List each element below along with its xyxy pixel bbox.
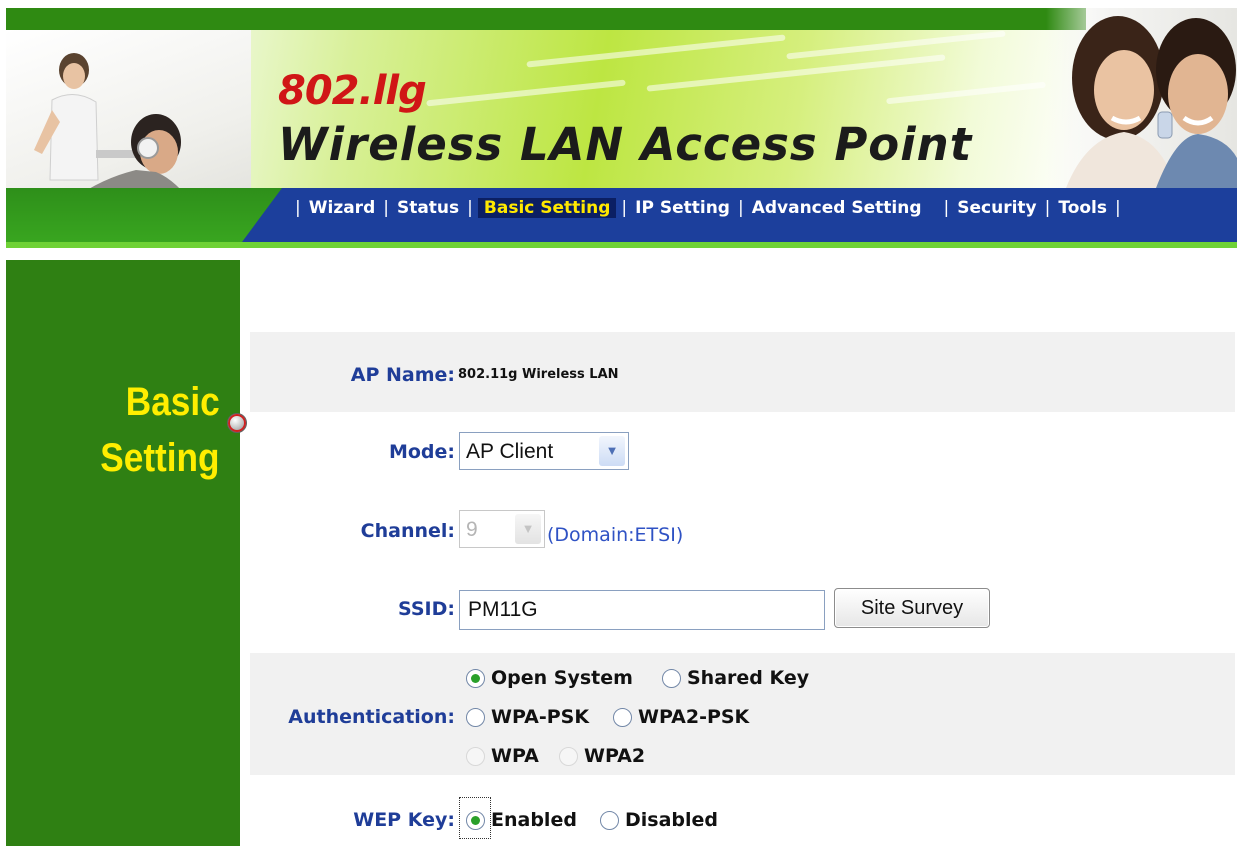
nav-separator: |: [467, 198, 473, 218]
auth-wpa-label: WPA: [491, 745, 539, 767]
mode-label: Mode:: [388, 441, 455, 463]
auth-wpa2-label: WPA2: [584, 745, 646, 767]
auth-shared-key-label: Shared Key: [687, 667, 810, 689]
ssid-input-value: PM11G: [468, 598, 538, 621]
mode-select[interactable]: AP Client ▼: [459, 432, 629, 470]
auth-open-system-label: Open System: [491, 667, 633, 689]
site-survey-button[interactable]: Site Survey: [834, 588, 990, 628]
sidebar: Basic Setting: [6, 260, 240, 846]
brand-logo: 802.llg: [278, 68, 427, 114]
channel-select-value: 9: [466, 518, 478, 541]
nav-separator: |: [383, 198, 389, 218]
product-title: Wireless LAN Access Point: [278, 118, 973, 171]
nav-separator: |: [1115, 198, 1121, 218]
auth-open-system-radio[interactable]: [466, 669, 485, 688]
channel-domain: (Domain:ETSI): [547, 524, 684, 546]
nav-advanced-setting[interactable]: Advanced Setting: [749, 198, 925, 218]
sidebar-title-line2: Setting: [100, 436, 220, 480]
auth-wpa-psk-label: WPA-PSK: [491, 706, 590, 728]
auth-wpa2-psk-radio[interactable]: [613, 708, 632, 727]
auth-wpa-psk-radio[interactable]: [466, 708, 485, 727]
channel-label: Channel:: [360, 520, 455, 542]
auth-shared-key-radio[interactable]: [662, 669, 681, 688]
wep-disabled-radio[interactable]: [600, 811, 619, 830]
nav-separator: |: [1044, 198, 1051, 218]
section-bullet-icon: [227, 413, 247, 433]
auth-wpa-radio: [466, 747, 485, 766]
channel-select: 9 ▼: [459, 510, 545, 548]
ap-name-value: 802.11g Wireless LAN: [458, 367, 619, 382]
nav-basic-setting[interactable]: Basic Setting: [477, 198, 617, 218]
authentication-label: Authentication:: [288, 706, 455, 728]
ssid-input[interactable]: PM11G: [459, 590, 825, 630]
nav-separator: |: [737, 198, 744, 218]
wep-disabled-label: Disabled: [625, 809, 719, 831]
wep-enabled-radio[interactable]: [466, 811, 485, 830]
nav-separator: |: [621, 198, 628, 218]
header-photo-right: [1046, 8, 1237, 188]
nav-bottom-stripe: [6, 242, 1237, 248]
main-nav: | Wizard | Status | Basic Setting | IP S…: [290, 196, 1126, 220]
wep-key-label: WEP Key:: [353, 809, 455, 831]
mode-select-value: AP Client: [466, 440, 554, 463]
nav-separator: |: [295, 198, 301, 218]
chevron-down-icon: ▼: [515, 514, 541, 544]
auth-wpa2-radio: [559, 747, 578, 766]
nav-separator: |: [943, 198, 950, 218]
nav-ip-setting[interactable]: IP Setting: [632, 198, 733, 218]
nav-status[interactable]: Status: [394, 198, 462, 218]
nav-security[interactable]: Security: [954, 198, 1039, 218]
nav-wizard[interactable]: Wizard: [306, 198, 379, 218]
ssid-label: SSID:: [398, 598, 455, 620]
sidebar-title-line1: Basic: [126, 380, 220, 424]
nav-tools[interactable]: Tools: [1055, 198, 1110, 218]
wep-enabled-label: Enabled: [491, 809, 577, 831]
ap-name-label: AP Name:: [350, 364, 455, 386]
chevron-down-icon[interactable]: ▼: [599, 436, 625, 466]
auth-wpa2-psk-label: WPA2-PSK: [638, 706, 750, 728]
top-stripe: [6, 8, 1086, 30]
